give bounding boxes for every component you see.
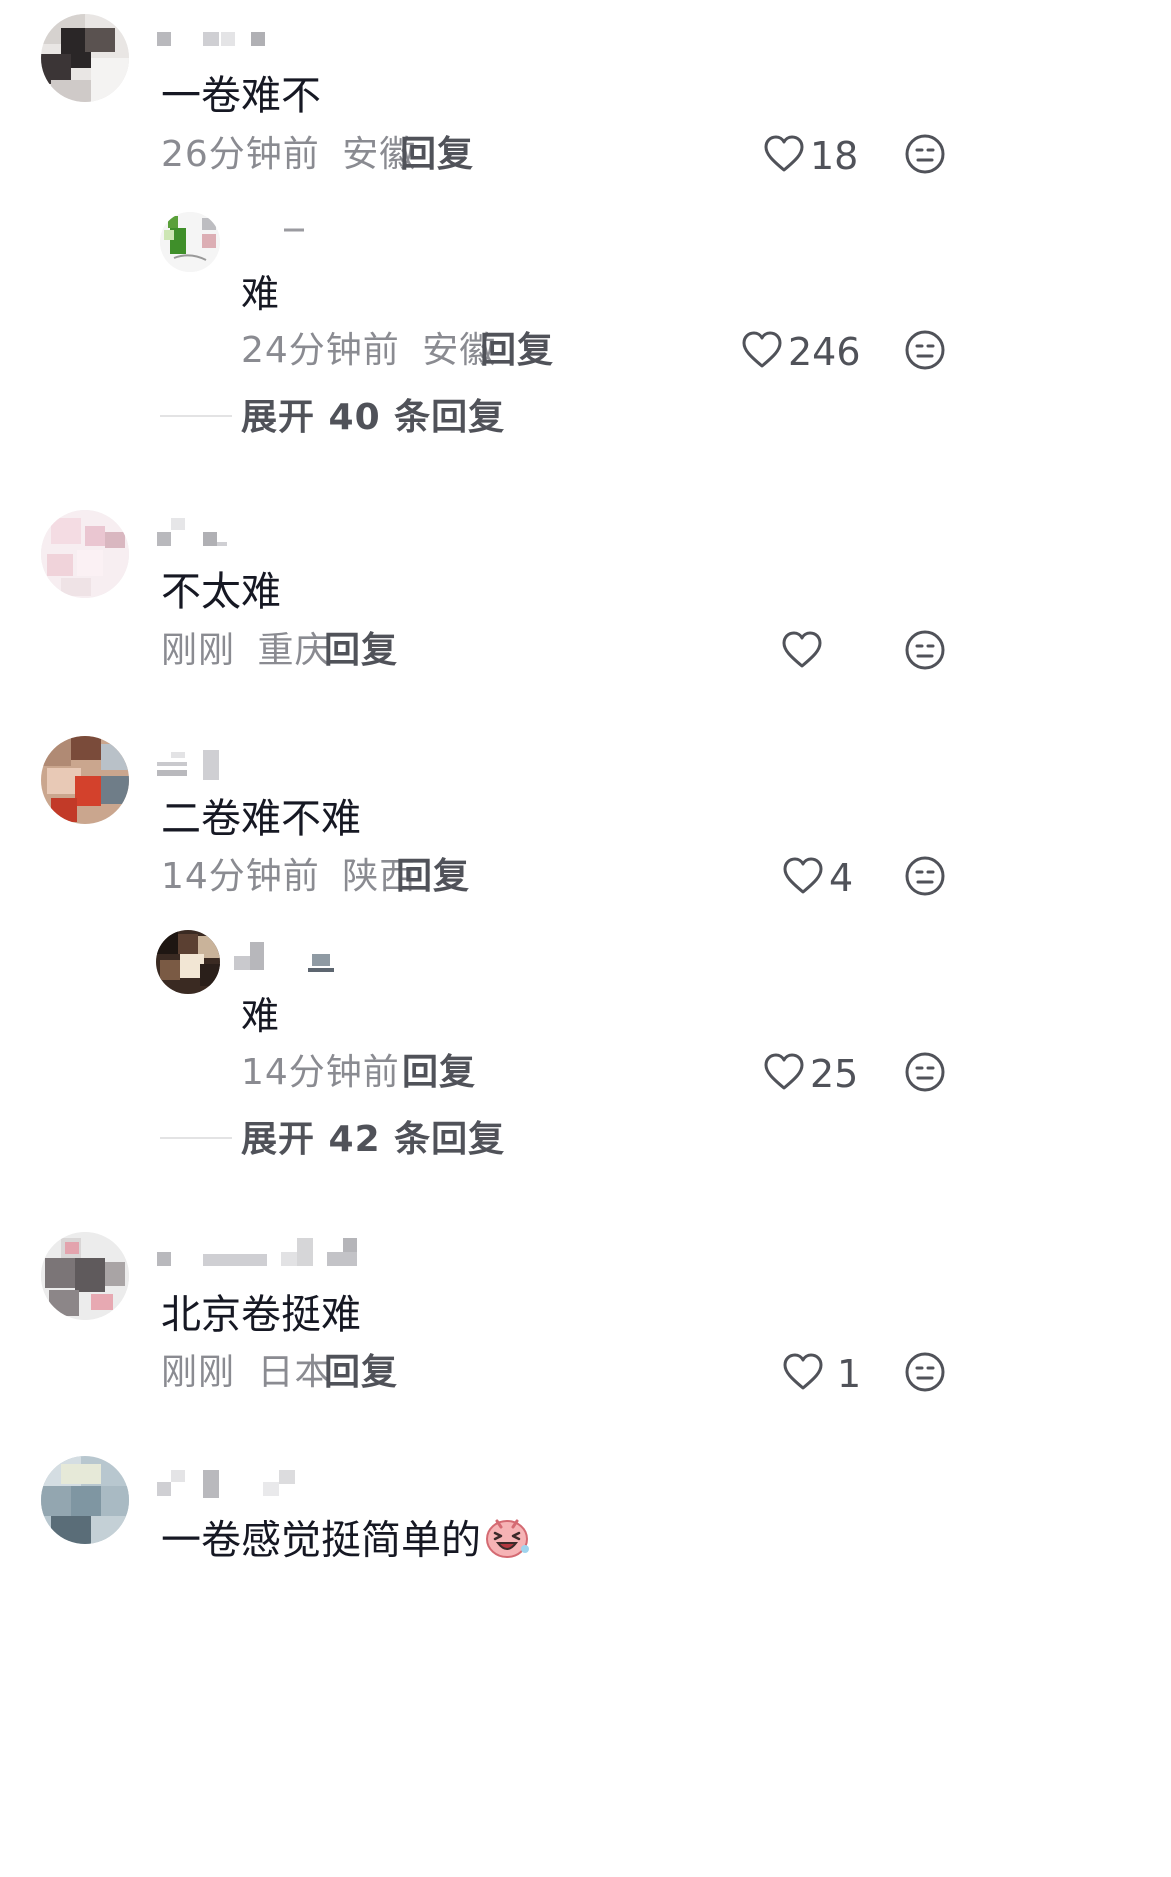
like-count: 18	[810, 134, 859, 178]
neutral-face-icon	[905, 134, 945, 174]
neutral-face-icon	[905, 856, 945, 896]
dislike-button[interactable]	[899, 324, 951, 376]
avatar[interactable]	[41, 1456, 129, 1544]
avatar[interactable]	[41, 510, 129, 598]
username[interactable]	[155, 1236, 365, 1266]
like-count: 25	[810, 1052, 859, 1096]
avatar[interactable]	[160, 212, 220, 272]
reply-button[interactable]: 回复	[402, 1051, 476, 1095]
username[interactable]	[155, 30, 275, 60]
reply-button[interactable]: 回复	[324, 629, 398, 673]
reply-time: 24分钟前	[241, 330, 400, 371]
comment-time: 14分钟前	[161, 856, 320, 897]
neutral-face-icon	[905, 330, 945, 370]
comment-time: 刚刚	[161, 1352, 236, 1393]
avatar[interactable]	[41, 736, 129, 824]
comment-text: 二卷难不难	[161, 796, 361, 842]
comment-text: 一卷难不	[161, 73, 321, 119]
reply-button[interactable]: 回复	[396, 855, 470, 899]
expand-divider	[160, 415, 232, 417]
expand-replies-button[interactable]: 展开 42 条回复	[241, 1118, 505, 1162]
heart-outline-icon	[783, 1353, 823, 1395]
like-count: 246	[788, 330, 861, 374]
comment-text-body: 一卷感觉挺简单的	[161, 1517, 481, 1564]
like-button[interactable]: 246	[742, 326, 861, 378]
heart-outline-icon	[782, 631, 822, 673]
expand-replies-button[interactable]: 展开 40 条回复	[241, 396, 505, 440]
reply-meta: 14分钟前	[241, 1051, 400, 1095]
reply-button[interactable]: 回复	[324, 1351, 398, 1395]
like-button[interactable]	[782, 626, 828, 678]
dislike-button[interactable]	[899, 1346, 951, 1398]
username[interactable]	[155, 518, 245, 548]
comment-time: 刚刚	[161, 630, 236, 671]
avatar[interactable]	[41, 1232, 129, 1320]
neutral-face-icon	[905, 630, 945, 670]
comment-meta: 刚刚 重庆	[161, 629, 331, 673]
heart-outline-icon	[783, 857, 823, 899]
avatar[interactable]	[41, 14, 129, 102]
avatar[interactable]	[156, 930, 220, 994]
reply-meta: 24分钟前 安徽	[241, 329, 496, 373]
reply-text: 难	[241, 994, 280, 1038]
comment-text: 北京卷挺难	[161, 1292, 361, 1338]
like-button[interactable]: 4	[783, 852, 853, 904]
dislike-button[interactable]	[899, 624, 951, 676]
comment-location: 日本	[257, 1352, 332, 1393]
dislike-button[interactable]	[899, 1046, 951, 1098]
comment-text: 一卷感觉挺简单的	[161, 1513, 531, 1572]
comment-meta: 刚刚 日本	[161, 1351, 331, 1395]
reply-button[interactable]: 回复	[400, 133, 474, 177]
dislike-button[interactable]	[899, 850, 951, 902]
reply-text: 难	[241, 272, 280, 316]
comment-meta: 26分钟前 安徽	[161, 133, 416, 177]
comment-text: 不太难	[161, 569, 281, 615]
username[interactable]	[155, 748, 235, 780]
like-button[interactable]: 18	[764, 130, 858, 182]
heart-outline-icon	[764, 135, 804, 177]
reply-button[interactable]: 回复	[480, 329, 554, 373]
comment-location: 重庆	[257, 630, 332, 671]
neutral-face-icon	[905, 1052, 945, 1092]
like-count: 4	[829, 856, 854, 900]
reply-time: 14分钟前	[241, 1052, 400, 1093]
dislike-button[interactable]	[899, 128, 951, 180]
like-count: 1	[837, 1352, 862, 1396]
heart-outline-icon	[764, 1053, 804, 1095]
heart-outline-icon	[742, 331, 782, 373]
like-button[interactable]: 1	[783, 1348, 861, 1400]
comment-time: 26分钟前	[161, 134, 320, 175]
username[interactable]	[155, 1468, 305, 1498]
laughing-face-emoji-icon	[483, 1513, 531, 1572]
expand-divider	[160, 1137, 232, 1139]
comment-meta: 14分钟前 陕西	[161, 855, 416, 899]
username[interactable]	[234, 942, 344, 972]
username[interactable]	[280, 222, 320, 252]
neutral-face-icon	[905, 1352, 945, 1392]
like-button[interactable]: 25	[764, 1048, 858, 1100]
